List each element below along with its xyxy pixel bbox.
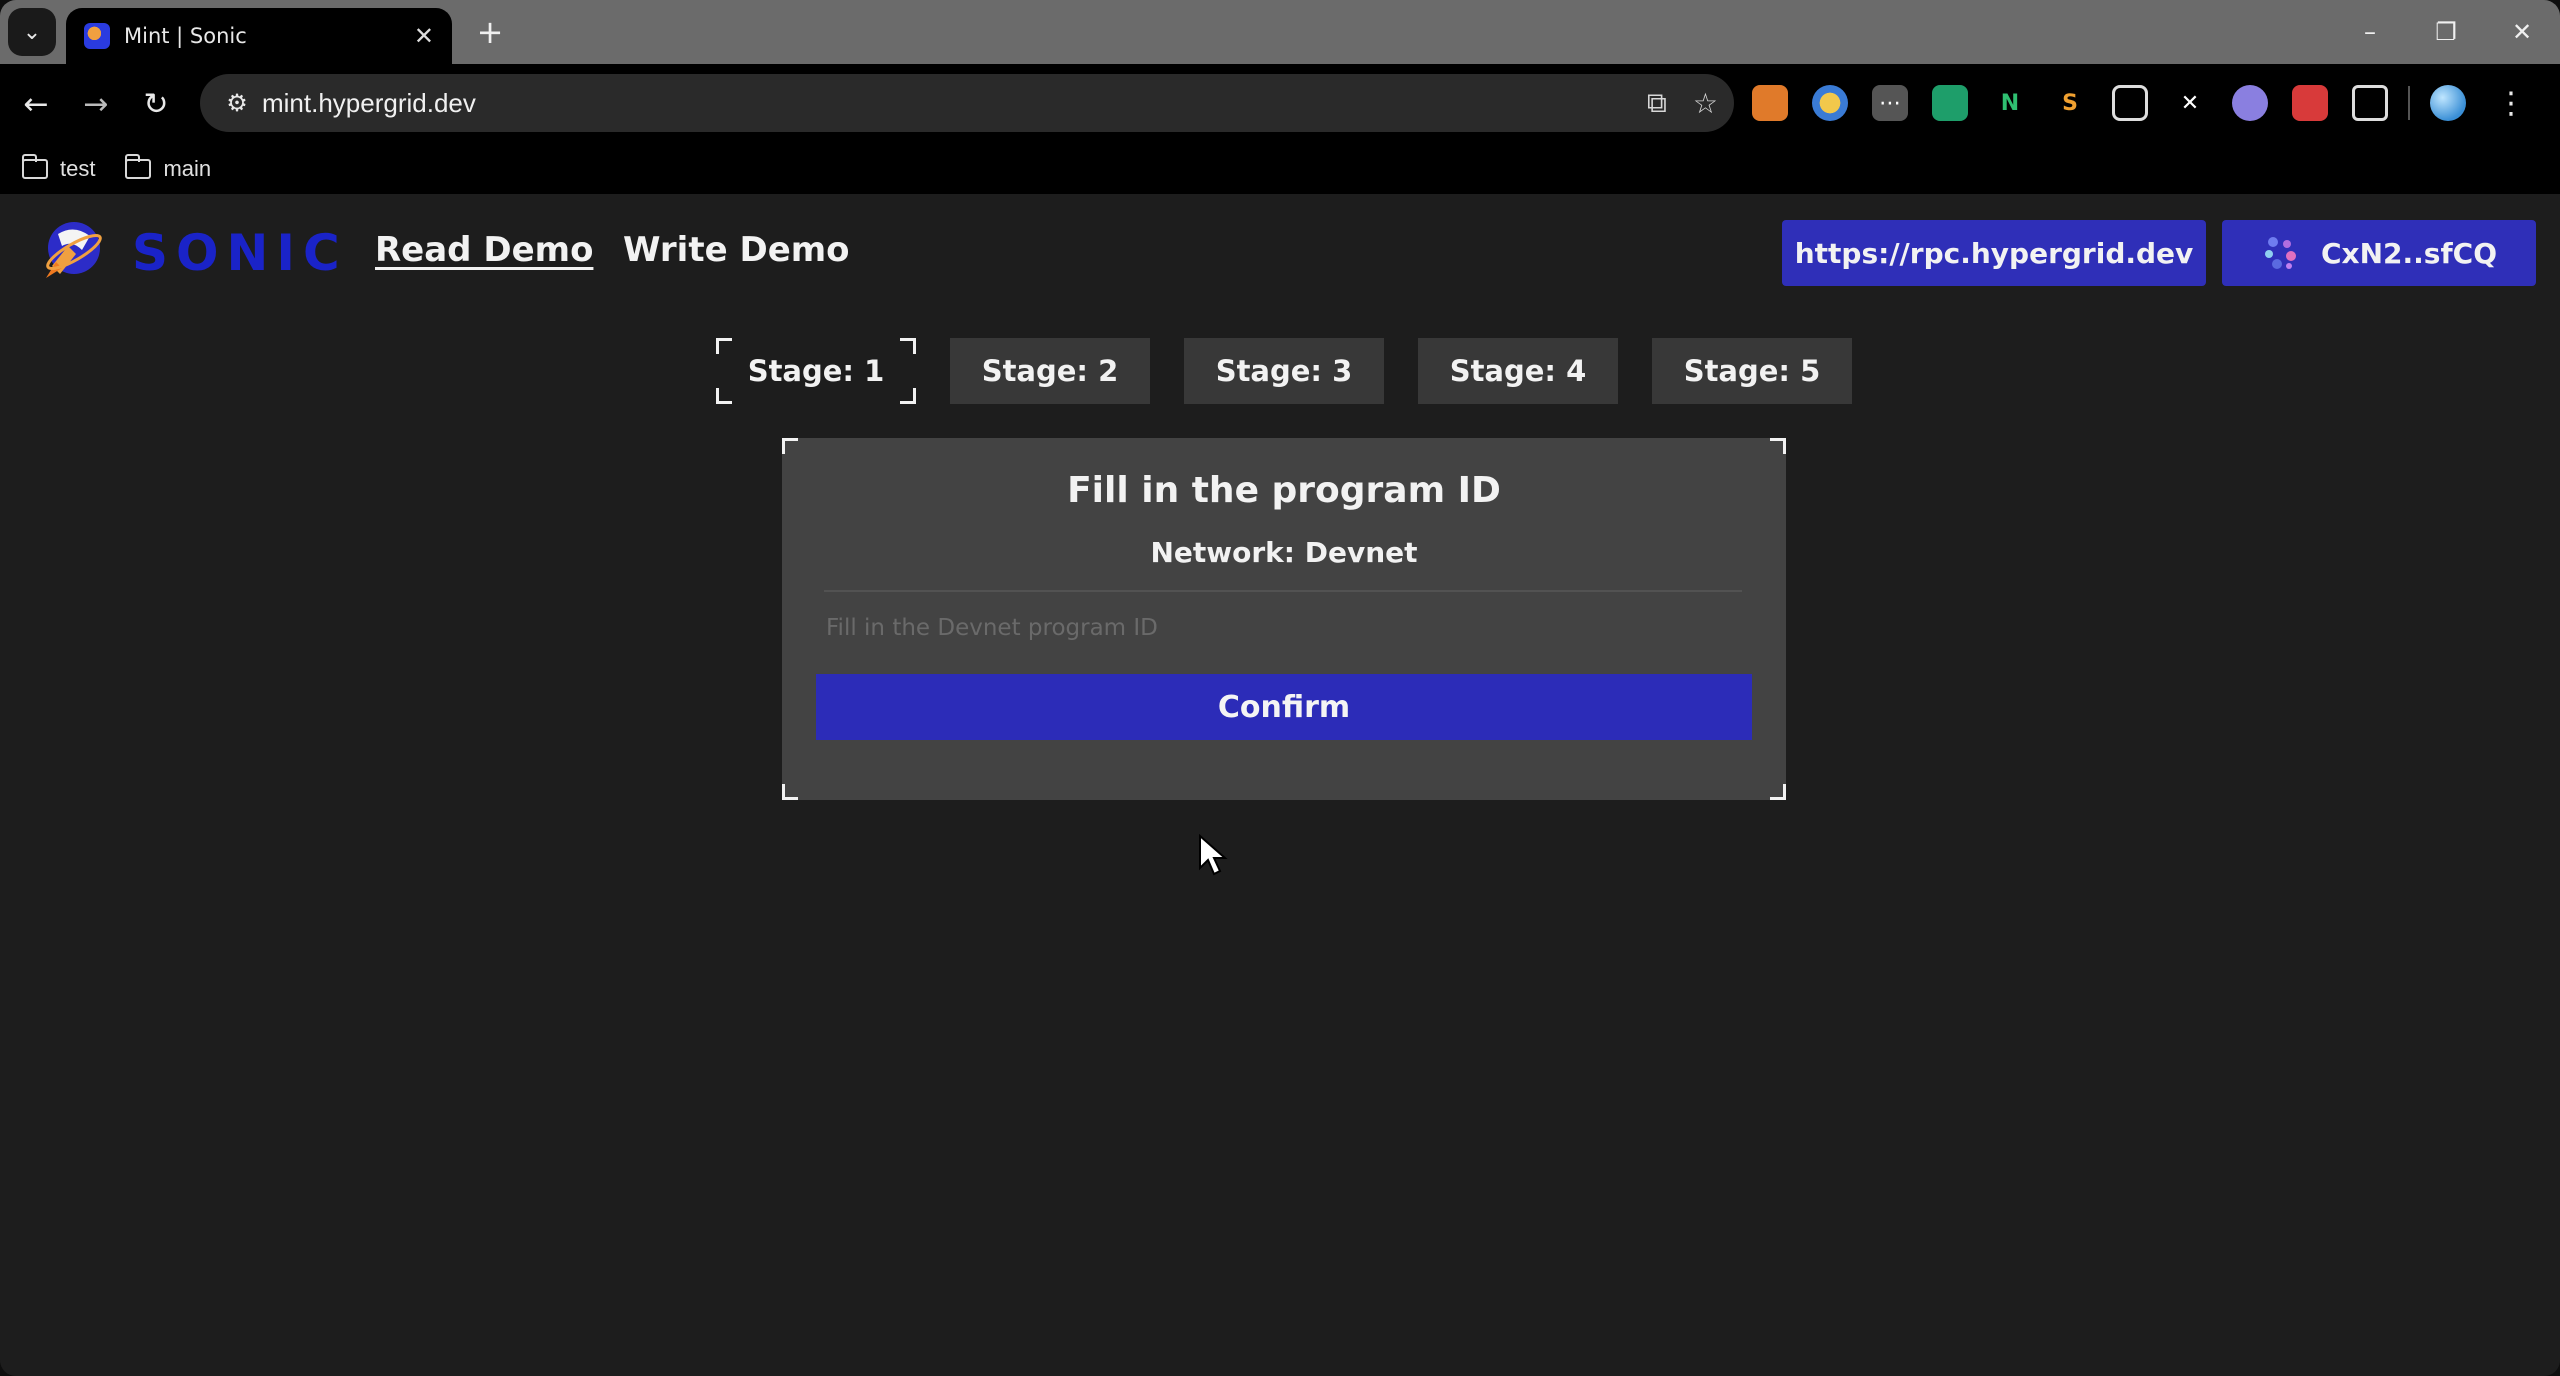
reload-icon: ↻: [143, 86, 169, 122]
stage-tab-3[interactable]: Stage: 3: [1184, 338, 1384, 404]
page-content: SONIC Read Demo Write Demo https://rpc.h…: [0, 194, 2560, 1376]
qr-extension-icon[interactable]: [2112, 85, 2148, 121]
stage-tab-1[interactable]: Stage: 1: [716, 338, 916, 404]
restore-icon[interactable]: ❐: [2408, 0, 2484, 64]
stage-tab-4[interactable]: Stage: 4: [1418, 338, 1618, 404]
mouse-cursor-icon: [1199, 834, 1228, 876]
rpc-endpoint-label: https://rpc.hypergrid.dev: [1794, 236, 2194, 270]
bookmark-label: main: [163, 156, 212, 181]
nav-read-demo[interactable]: Read Demo: [375, 230, 593, 270]
arrow-left-icon: ←: [23, 86, 49, 122]
window-controls: – ❐ ✕: [2332, 0, 2560, 64]
sonic-logo-icon[interactable]: [38, 216, 108, 286]
folder-icon: [22, 154, 48, 179]
s-extension-icon[interactable]: S: [2052, 85, 2088, 121]
new-tab-button[interactable]: +: [470, 12, 510, 52]
address-bar[interactable]: ⚙ mint.hypergrid.dev ⧉ ☆: [200, 74, 1734, 132]
cross-extension-icon[interactable]: ✕: [2172, 85, 2208, 121]
phantom-extension-icon[interactable]: [2232, 85, 2268, 121]
rpc-endpoint-button[interactable]: https://rpc.hypergrid.dev: [1782, 220, 2206, 286]
metamask-extension-icon[interactable]: [1752, 85, 1788, 121]
back-button[interactable]: ←: [6, 74, 66, 134]
browser-window: ⌄ Mint | Sonic ✕ + – ❐ ✕ ← → ↻ ⚙ mint.hy…: [0, 0, 2560, 1376]
stage-label: Stage: 5: [1683, 354, 1821, 388]
reload-button[interactable]: ↻: [126, 74, 186, 134]
address-bar-actions: ⧉ ☆: [1647, 74, 1718, 132]
stage-tabs: Stage: 1 Stage: 2 Stage: 3 Stage: 4 Stag…: [716, 338, 1852, 404]
browser-tab-active[interactable]: Mint | Sonic ✕: [66, 8, 452, 64]
stage-label: Stage: 3: [1215, 354, 1353, 388]
tab-title: Mint | Sonic: [124, 24, 247, 48]
puzzle-extensions-icon[interactable]: [2352, 85, 2388, 121]
translate-icon[interactable]: ⧉: [1647, 86, 1667, 120]
wallet-avatar-icon: [2265, 237, 2296, 269]
password-extension-icon[interactable]: ⋯: [1872, 85, 1908, 121]
sheet-extension-icon[interactable]: [1932, 85, 1968, 121]
close-tab-icon[interactable]: ✕: [414, 22, 434, 50]
stage-tab-2[interactable]: Stage: 2: [950, 338, 1150, 404]
tab-strip: ⌄ Mint | Sonic ✕ + – ❐ ✕: [0, 0, 2560, 64]
extensions-row: ⋯ N S ✕ ⋮: [1752, 74, 2526, 132]
stage-label: Stage: 2: [981, 354, 1119, 388]
arrow-right-icon: →: [83, 86, 109, 122]
chevron-down-icon: ⌄: [22, 19, 42, 45]
close-window-icon[interactable]: ✕: [2484, 0, 2560, 64]
browser-toolbar: ← → ↻ ⚙ mint.hypergrid.dev ⧉ ☆ ⋯ N S ✕ ⋮: [0, 64, 2560, 144]
bookmark-test[interactable]: test: [22, 154, 96, 182]
toolbar-separator: [2408, 86, 2410, 120]
stage-tab-5[interactable]: Stage: 5: [1652, 338, 1852, 404]
n-extension-icon[interactable]: N: [1992, 85, 2028, 121]
bookmark-label: test: [60, 156, 96, 181]
stage-label: Stage: 4: [1449, 354, 1587, 388]
confirm-label: Confirm: [1217, 689, 1351, 725]
globe-extension-icon[interactable]: [1812, 85, 1848, 121]
program-id-input[interactable]: [818, 598, 1750, 658]
minimize-icon[interactable]: –: [2332, 0, 2408, 64]
card-divider: [824, 590, 1742, 592]
program-id-card: Fill in the program ID Network: Devnet C…: [782, 438, 1786, 800]
tab-search-button[interactable]: ⌄: [8, 8, 56, 56]
wallet-address: CxN2..sfCQ: [2321, 236, 2497, 270]
site-info-icon[interactable]: ⚙: [212, 89, 262, 117]
browser-menu-icon[interactable]: ⋮: [2496, 86, 2526, 121]
address-url[interactable]: mint.hypergrid.dev: [262, 88, 476, 119]
brand-name[interactable]: SONIC: [132, 224, 348, 282]
sonic-favicon-icon: [84, 23, 110, 49]
bookmark-main[interactable]: main: [125, 154, 212, 182]
confirm-button[interactable]: Confirm: [816, 674, 1752, 740]
card-title: Fill in the program ID: [1067, 470, 1501, 511]
wallet-button[interactable]: CxN2..sfCQ: [2222, 220, 2536, 286]
nav-write-demo[interactable]: Write Demo: [623, 230, 850, 270]
network-label: Network: Devnet: [1150, 536, 1418, 569]
lock-extension-icon[interactable]: [2292, 85, 2328, 121]
forward-button[interactable]: →: [66, 74, 126, 134]
bookmark-star-icon[interactable]: ☆: [1693, 87, 1718, 120]
profile-avatar-icon[interactable]: [2430, 85, 2466, 121]
folder-icon: [125, 154, 152, 179]
bookmarks-bar: test main: [0, 144, 2560, 194]
stage-label: Stage: 1: [747, 354, 885, 388]
